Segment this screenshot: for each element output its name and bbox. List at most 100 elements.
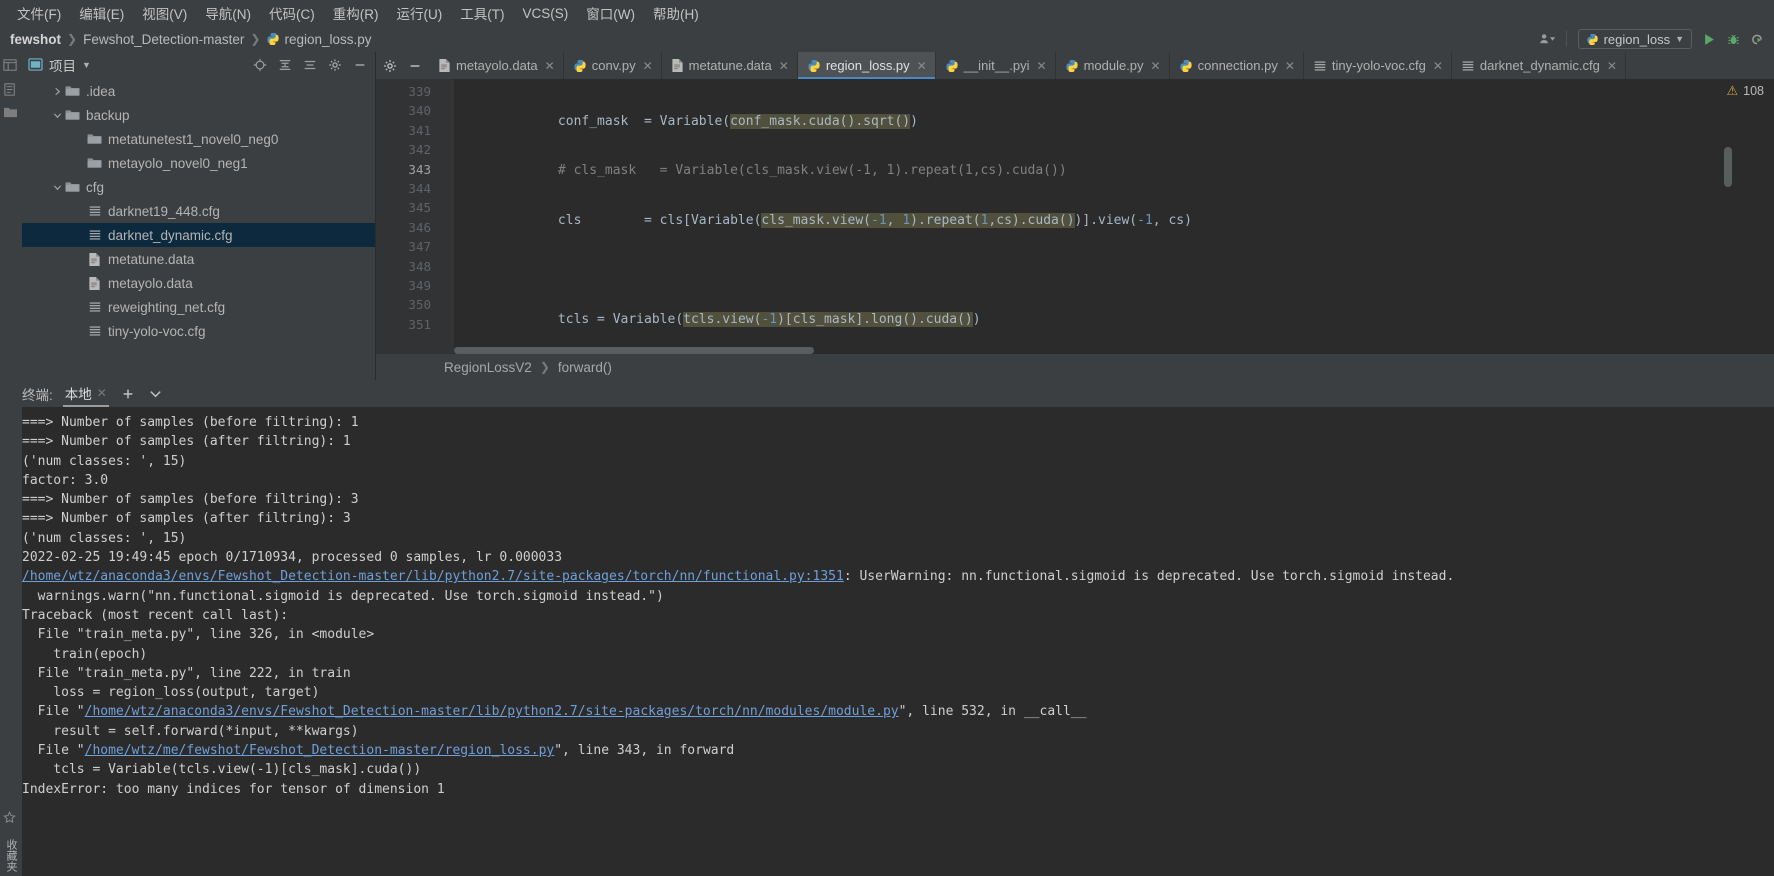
code-editor[interactable]: 339 340 341 342 343 344 345 346 347 348 349 350 351 … [376, 79, 1774, 354]
menu-file[interactable]: 文件(F) [8, 1, 70, 25]
menu-help[interactable]: 帮助(H) [644, 1, 708, 25]
hide-panel-icon[interactable] [349, 54, 371, 76]
editor-tab-bar: metayolo.data ✕ conv.py ✕ metatune.data ✕ regi… [376, 52, 1774, 79]
breadcrumb-project[interactable]: fewshot [10, 32, 61, 47]
close-icon[interactable]: ✕ [1285, 59, 1295, 73]
menu-run[interactable]: 运行(U) [388, 1, 452, 25]
editor-vertical-scrollbar[interactable] [1724, 79, 1732, 354]
tree-item-metayolo-data[interactable]: metayolo.data [22, 271, 375, 295]
tree-item-label: tiny-yolo-voc.cfg [108, 323, 206, 339]
tree-item-darknet19-448-cfg[interactable]: darknet19_448.cfg [22, 199, 375, 223]
scrollbar-thumb[interactable] [454, 347, 814, 354]
cfg-file-icon [86, 228, 103, 242]
settings-gear-icon[interactable] [324, 54, 346, 76]
code-content[interactable]: conf_mask = Variable(conf_mask.cuda().sq… [454, 79, 1774, 354]
structure-panel-icon[interactable] [3, 58, 19, 74]
project-files-icon[interactable] [3, 106, 19, 122]
terminal-left-rail: 收藏夹 [0, 407, 22, 876]
close-icon[interactable]: ✕ [643, 59, 653, 73]
run-button[interactable] [1698, 28, 1720, 50]
terminal-rail-label[interactable]: 收藏夹 [3, 839, 19, 872]
close-icon[interactable]: ✕ [1433, 59, 1443, 73]
menu-bar: 文件(F) 编辑(E) 视图(V) 导航(N) 代码(C) 重构(R) 运行(U… [0, 0, 1774, 26]
run-with-coverage-button[interactable] [1746, 28, 1768, 50]
menu-vcs[interactable]: VCS(S) [514, 4, 578, 23]
editor-tab-conv-py[interactable]: conv.py ✕ [564, 52, 662, 79]
expand-icon[interactable] [299, 54, 321, 76]
menu-code[interactable]: 代码(C) [260, 1, 324, 25]
tree-item-darknet-dynamic-cfg[interactable]: darknet_dynamic.cfg [22, 223, 375, 247]
close-icon[interactable]: ✕ [917, 59, 927, 73]
favorites-panel-icon[interactable] [3, 82, 19, 98]
terminal-tab-local[interactable]: 本地 ✕ [62, 380, 109, 407]
project-tree[interactable]: .idea backup metatunetest1_novel0_neg0 meta… [22, 77, 375, 380]
new-terminal-button[interactable] [119, 385, 137, 403]
target-icon[interactable] [249, 54, 271, 76]
close-icon[interactable]: ✕ [779, 59, 789, 73]
tree-item-reweighting-net-cfg[interactable]: reweighting_net.cfg [22, 295, 375, 319]
tree-item-metatune-data[interactable]: metatune.data [22, 247, 375, 271]
terminal-line: loss = region_loss(output, target) [22, 683, 1774, 702]
menu-tools[interactable]: 工具(T) [451, 1, 513, 25]
python-file-icon [945, 59, 959, 73]
debug-button[interactable] [1722, 28, 1744, 50]
breadcrumb-file[interactable]: region_loss.py [284, 32, 371, 47]
user-dropdown-icon[interactable] [1537, 28, 1559, 50]
code-folding-strip[interactable] [440, 79, 454, 354]
menu-navigate[interactable]: 导航(N) [196, 1, 260, 25]
terminal-tab-label: 本地 [64, 387, 92, 402]
tree-item--idea[interactable]: .idea [22, 79, 375, 103]
terminal-text: loss = region_loss(output, target) [22, 685, 320, 701]
editor-tab--init-pyi[interactable]: __init__.pyi ✕ [936, 52, 1056, 79]
breadcrumb-separator-icon: ❯ [539, 360, 550, 374]
inspection-warning-indicator[interactable]: ⚠ 108 [1726, 83, 1764, 99]
close-icon[interactable]: ✕ [545, 59, 555, 73]
terminal-file-link[interactable]: /home/wtz/anaconda3/envs/Fewshot_Detecti… [22, 569, 844, 584]
hide-editor-tabs-icon[interactable] [407, 58, 423, 74]
cfg-file-icon [1313, 59, 1327, 73]
terminal-file-link[interactable]: /home/wtz/me/fewshot/Fewshot_Detection-m… [85, 743, 555, 758]
tree-item-cfg[interactable]: cfg [22, 175, 375, 199]
menu-edit[interactable]: 编辑(E) [70, 1, 133, 25]
settings-gear-icon[interactable] [382, 58, 398, 74]
collapse-all-icon[interactable] [274, 54, 296, 76]
editor-tab-metayolo-data[interactable]: metayolo.data ✕ [429, 52, 564, 79]
run-configuration-selector[interactable]: region_loss ▼ [1577, 29, 1692, 49]
terminal-output[interactable]: ===> Number of samples (before filtring)… [0, 407, 1774, 876]
data-file-icon [671, 58, 684, 73]
close-icon[interactable]: ✕ [1037, 59, 1047, 73]
line-number-350: 350 [408, 297, 431, 313]
menu-window[interactable]: 窗口(W) [577, 1, 644, 25]
favorites-icon[interactable] [3, 811, 19, 827]
chevron-down-icon[interactable]: ▼ [82, 60, 91, 70]
close-icon[interactable]: ✕ [97, 386, 107, 400]
editor-horizontal-scrollbar[interactable] [454, 347, 1724, 354]
editor-tab-label: region_loss.py [825, 58, 910, 73]
editor-tab-region-loss-py[interactable]: region_loss.py ✕ [797, 52, 936, 79]
chevron-right-icon[interactable] [50, 87, 64, 96]
chevron-down-icon[interactable] [50, 183, 64, 192]
terminal-options-icon[interactable] [147, 385, 165, 403]
breadcrumb-class[interactable]: RegionLossV2 [444, 360, 532, 375]
editor-tab-module-py[interactable]: module.py ✕ [1056, 52, 1170, 79]
editor-tab-label: tiny-yolo-voc.cfg [1331, 58, 1426, 73]
editor-tab-metatune-data[interactable]: metatune.data ✕ [662, 52, 798, 79]
editor-tab-connection-py[interactable]: connection.py ✕ [1170, 52, 1304, 79]
terminal-header: 终端: 本地 ✕ [0, 380, 1774, 407]
menu-view[interactable]: 视图(V) [133, 1, 196, 25]
scrollbar-thumb[interactable] [1724, 147, 1732, 187]
tree-item-tiny-yolo-voc-cfg[interactable]: tiny-yolo-voc.cfg [22, 319, 375, 343]
terminal-line: IndexError: too many indices for tensor … [22, 780, 1774, 799]
close-icon[interactable]: ✕ [1607, 59, 1617, 73]
breadcrumb-method[interactable]: forward() [558, 360, 612, 375]
editor-tab-tiny-yolo-voc-cfg[interactable]: tiny-yolo-voc.cfg ✕ [1304, 52, 1452, 79]
tree-item-backup[interactable]: backup [22, 103, 375, 127]
editor-tab-darknet-dynamic-cfg[interactable]: darknet_dynamic.cfg ✕ [1452, 52, 1626, 79]
breadcrumb-folder[interactable]: Fewshot_Detection-master [83, 32, 244, 47]
tree-item-metayolo-novel0-neg1[interactable]: metayolo_novel0_neg1 [22, 151, 375, 175]
close-icon[interactable]: ✕ [1151, 59, 1161, 73]
terminal-file-link[interactable]: /home/wtz/anaconda3/envs/Fewshot_Detecti… [85, 704, 899, 719]
tree-item-metatunetest1-novel0-neg0[interactable]: metatunetest1_novel0_neg0 [22, 127, 375, 151]
menu-refactor[interactable]: 重构(R) [324, 1, 388, 25]
chevron-down-icon[interactable] [50, 111, 64, 120]
